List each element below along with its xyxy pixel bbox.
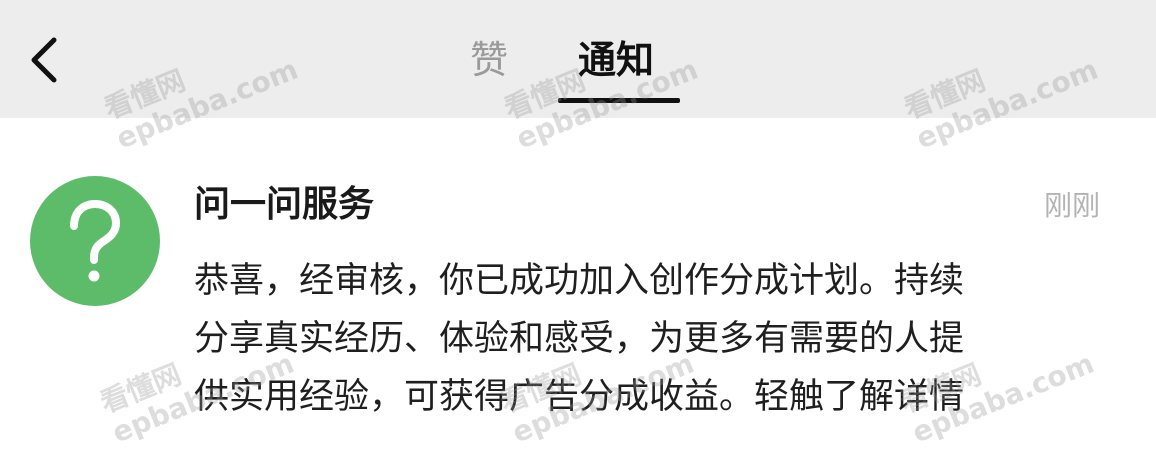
tab-notifications[interactable]: 通知 [578,30,654,90]
active-tab-indicator [558,98,680,103]
timestamp: 刚刚 [1043,189,1100,222]
tab-likes[interactable]: 赞 [470,30,508,90]
message-line: 分享真实经历、体验和感受，为更多有需要的人提 [194,319,965,359]
notification-message: 恭喜，经审核，你已成功加入创作分成计划。持续 分享真实经历、体验和感受，为更多有… [194,252,1094,426]
back-button[interactable] [22,30,70,90]
top-nav-bar: 赞 通知 [0,0,1156,118]
question-mark-icon [70,200,120,282]
message-line: 恭喜，经审核，你已成功加入创作分成计划。持续 [194,261,965,301]
notification-item[interactable]: 问一问服务 刚刚 恭喜，经审核，你已成功加入创作分成计划。持续 分享真实经历、体… [0,118,1156,464]
message-line: 供实用经验，可获得广告分成收益。轻触了解详情 [194,377,965,417]
chevron-left-icon [31,37,57,83]
sender-name: 问一问服务 [194,184,375,225]
avatar [30,176,160,306]
